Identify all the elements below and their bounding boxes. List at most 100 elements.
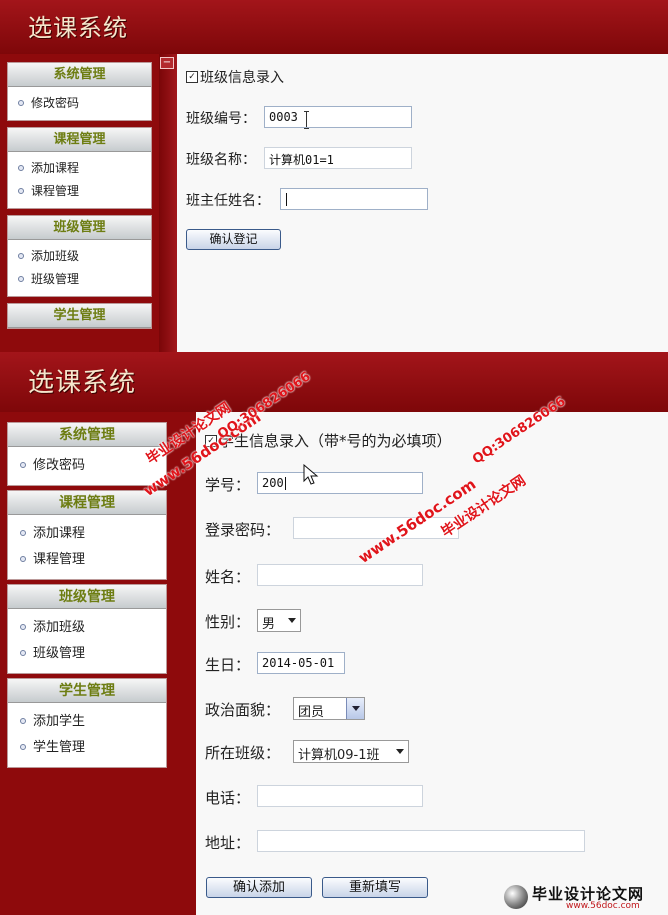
confirm-register-button[interactable]: 确认登记 — [186, 229, 281, 250]
row-password: 登录密码： — [205, 517, 665, 539]
menu-item-add-class[interactable]: 添加班级 — [20, 615, 166, 641]
menu-header-course[interactable]: 课程管理 — [8, 491, 166, 515]
menu-header-system[interactable]: 系统管理 — [8, 423, 166, 447]
collapse-icon[interactable]: − — [160, 57, 174, 69]
class-select[interactable]: 计算机09-1班 — [293, 740, 409, 763]
top-banner: 选课系统 — [0, 352, 668, 412]
row-political: 政治面貌： 团员 — [205, 697, 665, 720]
screen-class-entry: 选课系统 系统管理 修改密码 课程管理 添加课程 课程管理 班级管理 添加班级 … — [0, 0, 668, 352]
bullet-icon — [20, 555, 26, 562]
phone-input[interactable] — [257, 785, 423, 807]
bullet-icon — [18, 187, 24, 194]
bullet-icon — [18, 164, 24, 171]
main-panel: ✓ 学生信息录入（带*号的为必填项） 学号： 200 登录密码： 姓名： 性别： … — [196, 412, 668, 915]
menu-group-course: 课程管理 添加课程 课程管理 — [7, 490, 167, 580]
menu-header-student[interactable]: 学生管理 — [8, 304, 151, 328]
row-class-no: 班级编号： 0003 — [186, 106, 666, 129]
bullet-icon — [18, 99, 24, 106]
menu-item-add-course[interactable]: 添加课程 — [18, 157, 151, 180]
password-input[interactable] — [293, 517, 459, 539]
class-name-label: 班级名称： — [186, 152, 256, 168]
form-title: ✓ 班级信息录入 — [186, 67, 284, 87]
dropdown-arrow-icon — [346, 698, 364, 719]
birthday-label: 生日： — [205, 656, 251, 674]
bullet-icon — [20, 717, 26, 724]
menu-group-system: 系统管理 修改密码 — [7, 422, 167, 486]
menu-item-course-manage[interactable]: 课程管理 — [18, 180, 151, 203]
dropdown-arrow-icon — [288, 618, 296, 623]
password-label: 登录密码： — [205, 521, 281, 539]
menu-item-add-student[interactable]: 添加学生 — [20, 709, 166, 735]
name-input[interactable] — [257, 564, 423, 586]
row-birthday: 生日： 2014-05-01 — [205, 652, 665, 674]
globe-icon — [504, 885, 528, 909]
birthday-input[interactable]: 2014-05-01 — [257, 652, 345, 674]
address-input[interactable] — [257, 830, 585, 852]
phone-label: 电话： — [205, 789, 251, 807]
confirm-add-button[interactable]: 确认添加 — [206, 877, 312, 898]
menu-header-class[interactable]: 班级管理 — [8, 585, 166, 609]
bullet-icon — [20, 461, 26, 468]
menu-item-class-manage[interactable]: 班级管理 — [18, 268, 151, 291]
teacher-name-label: 班主任姓名： — [186, 193, 270, 209]
row-student-no: 学号： 200 — [205, 464, 665, 494]
political-label: 政治面貌： — [205, 701, 281, 719]
edit-checkbox-icon: ✓ — [186, 71, 198, 83]
menu-group-course: 课程管理 添加课程 课程管理 — [7, 127, 152, 209]
sidebar: 系统管理 修改密码 课程管理 添加课程 课程管理 班级管理 添加班级 班级管理 … — [7, 62, 152, 335]
row-teacher-name: 班主任姓名： — [186, 188, 666, 210]
menu-group-class: 班级管理 添加班级 班级管理 — [7, 215, 152, 297]
class-no-label: 班级编号： — [186, 111, 256, 127]
row-name: 姓名： — [205, 564, 665, 586]
menu-item-course-manage[interactable]: 课程管理 — [20, 547, 166, 573]
bullet-icon — [20, 743, 26, 750]
top-banner: 选课系统 — [0, 0, 668, 54]
mouse-pointer-icon — [303, 464, 319, 485]
bullet-icon — [20, 623, 26, 630]
row-phone: 电话： — [205, 785, 665, 807]
app-title: 选课系统 — [28, 14, 128, 42]
class-name-input[interactable]: 计算机01=1 — [264, 147, 412, 169]
menu-item-change-password[interactable]: 修改密码 — [18, 92, 151, 115]
address-label: 地址： — [205, 834, 251, 852]
screen-student-entry: 选课系统 系统管理 修改密码 课程管理 添加课程 课程管理 班级管理 添加班级 … — [0, 352, 668, 915]
dropdown-arrow-icon — [396, 749, 404, 754]
bullet-icon — [18, 275, 24, 282]
teacher-name-input[interactable] — [280, 188, 428, 210]
form-title: ✓ 学生信息录入（带*号的为必填项） — [205, 430, 452, 451]
political-select[interactable]: 团员 — [293, 697, 365, 720]
menu-group-student: 学生管理 — [7, 303, 152, 329]
row-class-name: 班级名称： 计算机01=1 — [186, 147, 666, 169]
menu-group-system: 系统管理 修改密码 — [7, 62, 152, 121]
bullet-icon — [20, 529, 26, 536]
corner-logo-url: www.56doc.com — [566, 901, 640, 911]
menu-item-student-manage[interactable]: 学生管理 — [20, 735, 166, 761]
row-gender: 性别： 男 — [205, 609, 665, 632]
menu-item-add-course[interactable]: 添加课程 — [20, 521, 166, 547]
menu-header-class[interactable]: 班级管理 — [8, 216, 151, 240]
sidebar-splitter[interactable]: − — [159, 54, 177, 352]
menu-item-add-class[interactable]: 添加班级 — [18, 245, 151, 268]
menu-header-course[interactable]: 课程管理 — [8, 128, 151, 152]
class-no-input[interactable]: 0003 — [264, 106, 412, 128]
menu-item-class-manage[interactable]: 班级管理 — [20, 641, 166, 667]
sidebar: 系统管理 修改密码 课程管理 添加课程 课程管理 班级管理 添加班级 班级管理 … — [7, 422, 167, 772]
menu-header-system[interactable]: 系统管理 — [8, 63, 151, 87]
row-address: 地址： — [205, 830, 665, 852]
edit-checkbox-icon: ✓ — [205, 434, 217, 447]
bullet-icon — [18, 252, 24, 259]
menu-header-student[interactable]: 学生管理 — [8, 679, 166, 703]
gender-select[interactable]: 男 — [257, 609, 301, 632]
gender-label: 性别： — [205, 613, 251, 631]
student-no-input[interactable]: 200 — [257, 472, 423, 494]
app-title: 选课系统 — [28, 368, 137, 398]
corner-logo: 毕业设计论文网 www.56doc.com — [504, 883, 664, 913]
menu-group-student: 学生管理 添加学生 学生管理 — [7, 678, 167, 768]
name-label: 姓名： — [205, 568, 251, 586]
student-no-label: 学号： — [205, 476, 251, 494]
main-panel: ✓ 班级信息录入 班级编号： 0003 班级名称： 计算机01=1 班主任姓名： … — [177, 54, 668, 352]
row-class: 所在班级： 计算机09-1班 — [205, 740, 665, 763]
reset-button[interactable]: 重新填写 — [322, 877, 428, 898]
menu-item-change-password[interactable]: 修改密码 — [20, 453, 166, 479]
menu-group-class: 班级管理 添加班级 班级管理 — [7, 584, 167, 674]
